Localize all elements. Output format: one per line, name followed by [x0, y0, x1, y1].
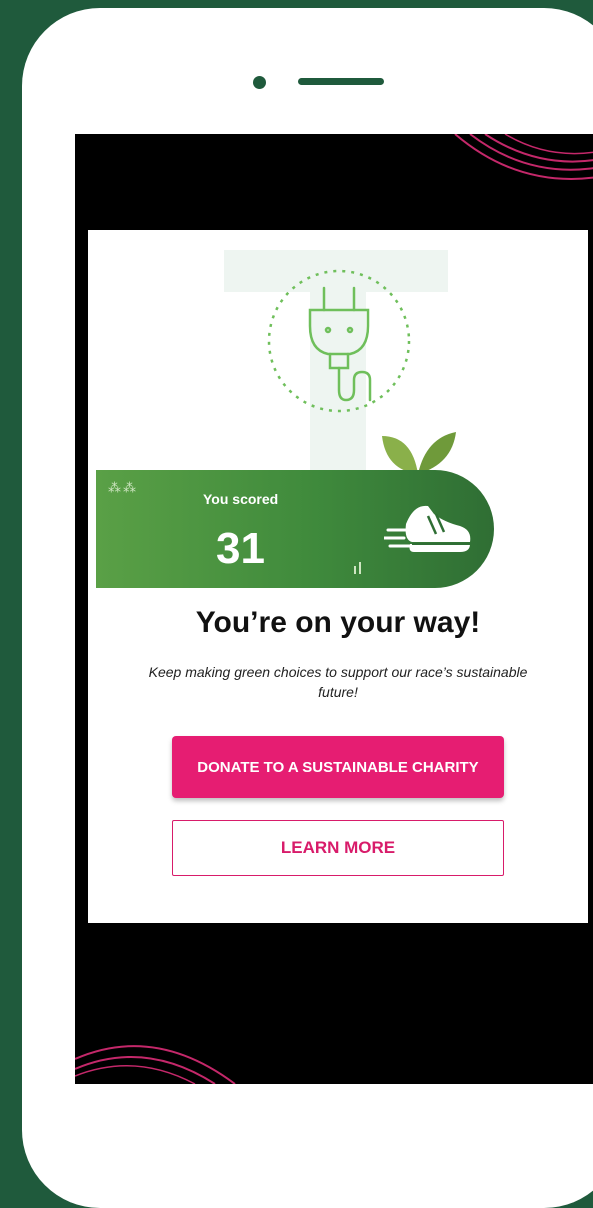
plug-icon — [267, 269, 411, 413]
bottom-swirl-decoration — [75, 1045, 236, 1084]
wheat-icon: ⁂⁂ — [108, 480, 138, 495]
speaker-slot — [298, 78, 384, 85]
running-shoe-icon — [384, 505, 471, 552]
score-dialog: ⁂⁂ You scored 31 You’re on your way! Kee… — [88, 230, 588, 923]
leaves-icon — [382, 432, 456, 474]
top-swirl-decoration — [454, 134, 593, 180]
score-label: You scored — [203, 491, 279, 507]
app-screen: ⁂⁂ You scored 31 You’re on your way! Kee… — [75, 134, 593, 1084]
bars-decoration-icon — [354, 562, 361, 574]
phone-frame: ⁂⁂ You scored 31 You’re on your way! Kee… — [22, 8, 593, 1208]
learn-more-button[interactable]: LEARN MORE — [172, 820, 504, 876]
camera-dot — [253, 76, 266, 89]
score-banner: ⁂⁂ You scored 31 — [96, 470, 494, 588]
result-headline: You’re on your way! — [195, 606, 481, 639]
score-value: 31 — [216, 524, 265, 573]
donate-button[interactable]: DONATE TO A SUSTAINABLE CHARITY — [172, 736, 504, 798]
result-message: Keep making green choices to support our… — [148, 664, 528, 700]
